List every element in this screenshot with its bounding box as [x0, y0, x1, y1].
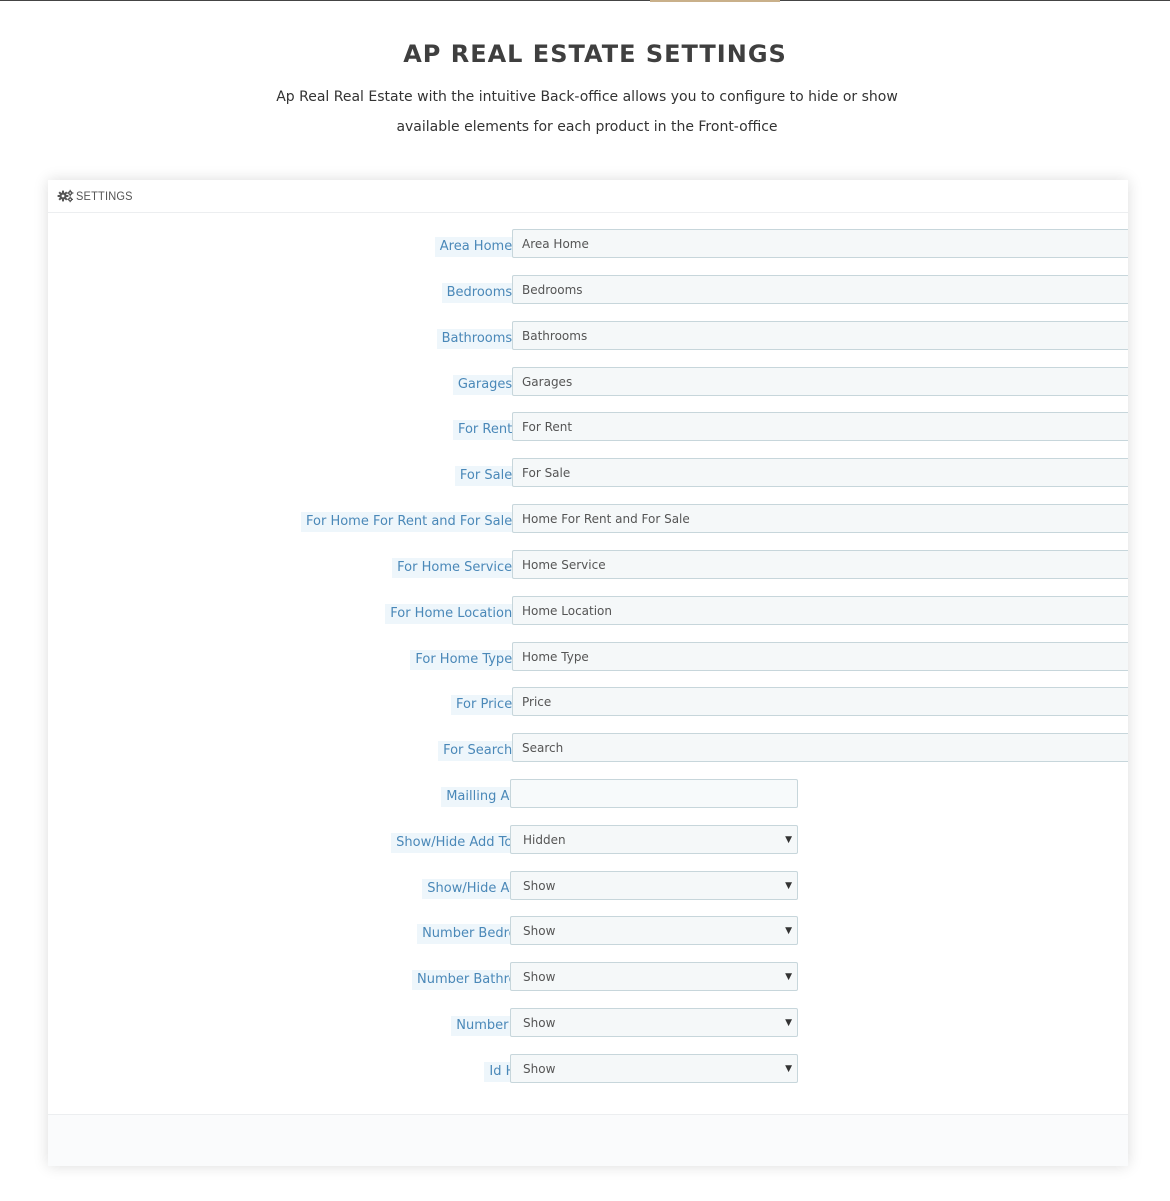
home-location-text-input[interactable]: Home Location — [512, 596, 1128, 625]
caret-down-icon: ▼ — [785, 926, 792, 936]
panel-footer — [48, 1114, 1128, 1166]
subtitle-line-1: Ap Real Real Estate with the intuitive B… — [276, 89, 898, 105]
id-home-select[interactable]: Show ▼ — [510, 1054, 798, 1083]
top-divider-accent — [650, 0, 780, 2]
search-text-input[interactable]: Search — [512, 733, 1128, 762]
form-row-home-location: For Home Location Text: Home Location — [48, 596, 1128, 628]
for-sale-text-input[interactable]: For Sale — [512, 458, 1128, 487]
page-title: AP REAL ESTATE SETTINGS — [403, 40, 787, 68]
mailing-address-input[interactable] — [510, 779, 798, 808]
caret-down-icon: ▼ — [785, 972, 792, 982]
select-value: Hidden — [523, 833, 566, 847]
form-row-for-sale: For Sale Text: For Sale — [48, 458, 1128, 490]
form-row-number-bathrooms: Number Bathrooms Show ▼ — [48, 962, 1128, 994]
for-rent-text-input[interactable]: For Rent — [512, 412, 1128, 441]
select-value: Show — [523, 1062, 556, 1076]
select-value: Show — [523, 1016, 556, 1030]
form-row-area-home: Area Home Text: Area Home — [48, 229, 1128, 261]
form-row-add-to-cart: Show/Hide Add To Cart Hidden ▼ — [48, 825, 1128, 857]
number-bathrooms-select[interactable]: Show ▼ — [510, 962, 798, 991]
number-bedrooms-select[interactable]: Show ▼ — [510, 916, 798, 945]
select-value: Show — [523, 924, 556, 938]
subtitle-line-2: available elements for each product in t… — [396, 119, 778, 135]
form-row-home-service: For Home Service Text: Home Service — [48, 550, 1128, 582]
caret-down-icon: ▼ — [785, 1064, 792, 1074]
top-divider — [0, 0, 1170, 1]
home-type-text-input[interactable]: Home Type — [512, 642, 1128, 671]
address-visibility-select[interactable]: Show ▼ — [510, 871, 798, 900]
number-garages-select[interactable]: Show ▼ — [510, 1008, 798, 1037]
form-row-home-type: For Home Type Text: Home Type — [48, 642, 1128, 674]
page-subtitle: Ap Real Real Estate with the intuitive B… — [0, 82, 1170, 142]
settings-panel: SETTINGS Area Home Text: Area Home Bedro… — [48, 180, 1128, 1166]
gears-icon — [57, 189, 74, 203]
select-value: Show — [523, 879, 556, 893]
form-row-garages: Garages Text: Garages — [48, 367, 1128, 399]
form-row-for-rent: For Rent Text: For Rent — [48, 412, 1128, 444]
form-row-id-home: Id Home Show ▼ — [48, 1054, 1128, 1086]
rent-and-sale-text-input[interactable]: Home For Rent and For Sale — [512, 504, 1128, 533]
form-row-search: For Search Text: Search — [48, 733, 1128, 765]
add-to-cart-select[interactable]: Hidden ▼ — [510, 825, 798, 854]
panel-title: SETTINGS — [76, 189, 133, 203]
form-row-rent-and-sale: For Home For Rent and For Sale Text: Hom… — [48, 504, 1128, 536]
caret-down-icon: ▼ — [785, 881, 792, 891]
area-home-text-input[interactable]: Area Home — [512, 229, 1128, 258]
garages-text-input[interactable]: Garages — [512, 367, 1128, 396]
form-row-price: For Price Text: Price — [48, 687, 1128, 719]
price-text-input[interactable]: Price — [512, 687, 1128, 716]
form-row-number-garages: Number Gara Show ▼ — [48, 1008, 1128, 1040]
form-row-number-bedrooms: Number Bedrooms Show ▼ — [48, 916, 1128, 948]
form-row-bedrooms: Bedrooms Text: Bedrooms — [48, 275, 1128, 307]
bedrooms-text-input[interactable]: Bedrooms — [512, 275, 1128, 304]
panel-header: SETTINGS — [48, 180, 1128, 213]
caret-down-icon: ▼ — [785, 835, 792, 845]
form-row-address-visibility: Show/Hide Adress Show ▼ — [48, 871, 1128, 903]
bathrooms-text-input[interactable]: Bathrooms — [512, 321, 1128, 350]
caret-down-icon: ▼ — [785, 1018, 792, 1028]
form-row-mailing-address: Mailling Adress — [48, 779, 1128, 811]
select-value: Show — [523, 970, 556, 984]
home-service-text-input[interactable]: Home Service — [512, 550, 1128, 579]
form-row-bathrooms: Bathrooms Text: Bathrooms — [48, 321, 1128, 353]
